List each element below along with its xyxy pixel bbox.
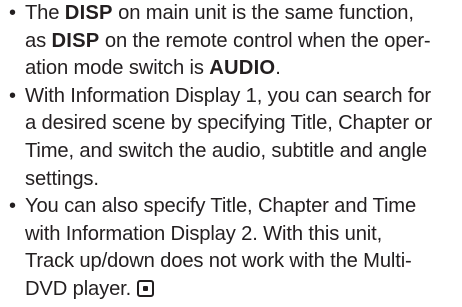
text-segment: The: [25, 2, 65, 24]
bullet-item: • The DISP on main unit is the same funct…: [0, 0, 462, 83]
text-segment: You can also specify Title, Chapter and …: [25, 195, 417, 218]
bullet-item: • With Information Display 1, you can sea…: [0, 83, 462, 193]
text-line: With Information Display 1, you can sear…: [25, 83, 462, 111]
text-line: as DISP on the remote control when the o…: [25, 28, 462, 56]
text-segment: a desired scene by specifying Title, Cha…: [25, 112, 433, 135]
text-line: Track up/down does not work with the Mul…: [25, 248, 462, 276]
text-line: You can also specify Title, Chapter and …: [25, 193, 462, 221]
text-segment: DVD player.: [25, 277, 132, 300]
text-line: DVD player.: [25, 276, 462, 304]
text-segment: on main unit is the same function,: [112, 2, 414, 24]
text-segment: Time, and switch the audio, subtitle and…: [25, 139, 427, 162]
bullet-dot-icon: •: [9, 84, 16, 107]
end-mark-dot: [143, 285, 149, 291]
text-segment: With Information Display 1, you can sear…: [25, 84, 431, 107]
text-line: a desired scene by specifying Title, Cha…: [25, 110, 462, 138]
text-line: The DISP on main unit is the same functi…: [25, 0, 462, 28]
text-line: Time, and switch the audio, subtitle and…: [25, 138, 462, 166]
text-line: with Information Display 2. With this un…: [25, 221, 462, 249]
text-segment: .: [275, 57, 281, 80]
bold-term: DISP: [64, 2, 113, 24]
text-segment: settings.: [25, 167, 99, 190]
bold-term: AUDIO: [209, 57, 276, 80]
bullet-item: • You can also specify Title, Chapter and…: [0, 193, 462, 303]
text-segment: Track up/down does not work with the Mul…: [25, 250, 412, 273]
text-line: ation mode switch is AUDIO.: [25, 55, 462, 83]
bullet-dot-icon: •: [9, 2, 16, 24]
bullet-dot-icon: •: [9, 195, 16, 218]
bold-term: DISP: [51, 29, 100, 52]
text-segment: with Information Display 2. With this un…: [25, 222, 383, 245]
section-end-square-icon: [137, 279, 155, 297]
text-segment: ation mode switch is: [25, 57, 210, 80]
text-segment: as: [25, 29, 52, 52]
document-body: • The DISP on main unit is the same funct…: [0, 0, 462, 304]
text-line: settings.: [25, 166, 462, 194]
text-segment: on the remote control when the oper-: [99, 29, 431, 52]
